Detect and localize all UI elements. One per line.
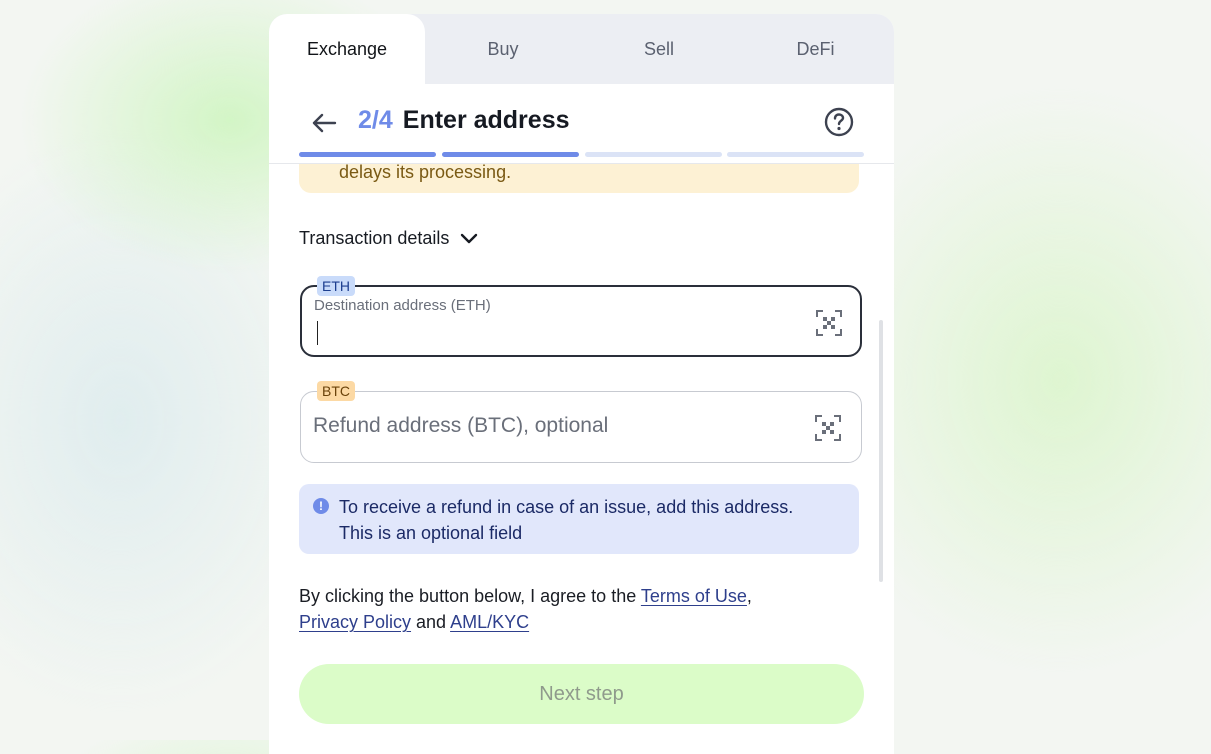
refund-address-field[interactable]: Refund address (BTC), optional	[300, 391, 862, 463]
progress-segment	[442, 152, 579, 157]
aml-kyc-link[interactable]: AML/KYC	[450, 612, 529, 632]
qr-scan-icon	[815, 415, 841, 441]
exchange-widget: Exchange Buy Sell DeFi 2/4 Enter address	[269, 14, 894, 754]
tab-bar: Exchange Buy Sell DeFi	[269, 14, 894, 84]
terms-and: and	[411, 612, 451, 632]
chevron-down-icon	[461, 233, 478, 243]
terms-of-use-link[interactable]: Terms of Use	[641, 586, 747, 606]
progress-segment	[299, 152, 436, 157]
destination-scan-button[interactable]	[815, 309, 843, 337]
text-cursor	[317, 321, 318, 345]
transaction-details-toggle[interactable]: Transaction details	[299, 228, 479, 249]
eth-currency-chip: ETH	[317, 276, 355, 296]
next-step-button[interactable]: Next step	[299, 664, 864, 724]
back-button[interactable]	[309, 108, 339, 138]
question-circle-icon	[824, 107, 854, 137]
terms-agreement: By clicking the button below, I agree to…	[299, 583, 859, 635]
info-icon: !	[313, 498, 329, 514]
help-button[interactable]	[823, 106, 855, 138]
destination-address-label: Destination address (ETH)	[314, 297, 491, 314]
tab-defi[interactable]: DeFi	[737, 14, 894, 84]
refund-info-text: To receive a refund in case of an issue,…	[339, 494, 839, 546]
destination-address-field[interactable]: Destination address (ETH)	[300, 285, 862, 357]
refund-info-line-2: This is an optional field	[339, 523, 523, 543]
transaction-details-label: Transaction details	[299, 228, 450, 248]
progress-segment	[727, 152, 864, 157]
step-counter: 2/4	[358, 106, 393, 134]
tab-exchange[interactable]: Exchange	[269, 14, 425, 84]
privacy-policy-link[interactable]: Privacy Policy	[299, 612, 411, 632]
step-header: 2/4 Enter address	[269, 84, 894, 164]
step-progress	[299, 152, 864, 157]
progress-segment	[585, 152, 722, 157]
warning-text: delays its processing.	[339, 162, 512, 182]
terms-comma: ,	[746, 586, 752, 606]
refund-scan-button[interactable]	[814, 414, 842, 442]
scrollbar[interactable]	[879, 320, 883, 582]
page-title: 2/4 Enter address	[358, 106, 570, 135]
refund-info-banner: ! To receive a refund in case of an issu…	[299, 484, 859, 554]
tab-sell[interactable]: Sell	[581, 14, 737, 84]
refund-info-line-1: To receive a refund in case of an issue,…	[339, 497, 794, 517]
btc-currency-chip: BTC	[317, 381, 355, 401]
qr-scan-icon	[816, 310, 842, 336]
title-text: Enter address	[402, 106, 570, 134]
warning-banner: delays its processing.	[299, 162, 859, 193]
tab-buy[interactable]: Buy	[425, 14, 581, 84]
refund-address-placeholder: Refund address (BTC), optional	[313, 414, 609, 437]
arrow-left-icon	[312, 113, 337, 133]
terms-prefix: By clicking the button below, I agree to…	[299, 586, 641, 606]
